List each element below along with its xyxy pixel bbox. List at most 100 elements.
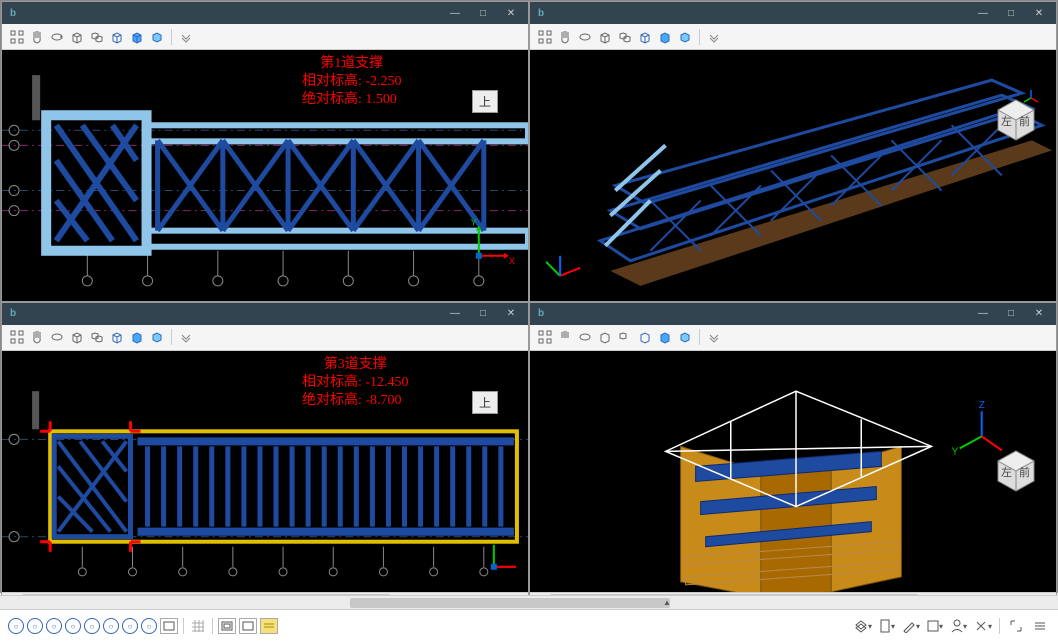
minimize-button[interactable]: — [442, 305, 468, 323]
viewcube[interactable]: 左 前 [986, 441, 1046, 501]
status-circle-4[interactable]: ○ [65, 618, 81, 634]
tool-more-icon[interactable] [705, 328, 723, 346]
tool-box-icon[interactable] [596, 328, 614, 346]
tool-boxes-icon[interactable] [88, 328, 106, 346]
svg-text:左: 左 [1001, 466, 1012, 479]
app-logo-icon: b [6, 6, 20, 20]
scroll-center-icon[interactable]: ▲ [660, 596, 674, 610]
close-button[interactable]: ✕ [1026, 4, 1052, 22]
svg-text:前: 前 [1019, 465, 1030, 479]
tool-orbit-icon[interactable] [576, 328, 594, 346]
maximize-button[interactable]: □ [470, 4, 496, 22]
maximize-button[interactable]: □ [470, 305, 496, 323]
annot-title: 第3道支撑 [302, 356, 409, 374]
status-right-group: ▾ ▾ ▾ ▾ ▾ ▾ [853, 617, 1050, 635]
tool-cube-small-icon[interactable] [676, 328, 694, 346]
close-button[interactable]: ✕ [498, 4, 524, 22]
close-button[interactable]: ✕ [1026, 305, 1052, 323]
tool-orbit-icon[interactable] [48, 28, 66, 46]
titlebar[interactable]: b — □ ✕ [530, 2, 1056, 24]
tool-orbit-icon[interactable] [48, 328, 66, 346]
viewcube[interactable]: 左 前 [986, 90, 1046, 150]
close-button[interactable]: ✕ [498, 305, 524, 323]
status-expand-icon[interactable] [1006, 617, 1026, 635]
tool-pan-icon[interactable] [556, 28, 574, 46]
tool-cube-small-icon[interactable] [676, 28, 694, 46]
iso-drawing [530, 50, 1056, 301]
status-circle-3[interactable]: ○ [46, 618, 62, 634]
status-circle-2[interactable]: ○ [27, 618, 43, 634]
status-box-button-1[interactable] [218, 618, 236, 634]
tool-boxes-icon[interactable] [616, 28, 634, 46]
status-left-group: ○ ○ ○ ○ ○ ○ ○ ○ [8, 618, 278, 634]
tool-more-icon[interactable] [705, 28, 723, 46]
tool-grid-icon[interactable] [536, 28, 554, 46]
tool-box-icon[interactable] [596, 28, 614, 46]
panel-top-left: b — □ ✕ [1, 1, 529, 302]
maximize-button[interactable]: □ [998, 4, 1024, 22]
tool-cube-small-icon[interactable] [148, 328, 166, 346]
status-doc-icon[interactable]: ▾ [877, 617, 897, 635]
tool-cube-wire-icon[interactable] [636, 28, 654, 46]
viewport-2d[interactable]: 第3道支撑 相对标高: -12.450 绝对标高: -8.700 上 [2, 351, 528, 592]
panel-bottom-left: b — □ ✕ [1, 302, 529, 607]
tool-grid-icon[interactable] [8, 28, 26, 46]
outer-scroll-thumb[interactable] [350, 598, 670, 608]
minimize-button[interactable]: — [970, 305, 996, 323]
tool-orbit-icon[interactable] [576, 28, 594, 46]
status-highlight-button[interactable] [260, 618, 278, 634]
tool-grid-icon[interactable] [536, 328, 554, 346]
status-box-button-2[interactable] [239, 618, 257, 634]
tool-cube-small-icon[interactable] [148, 28, 166, 46]
tool-cube-wire-icon[interactable] [108, 28, 126, 46]
maximize-button[interactable]: □ [998, 305, 1024, 323]
status-pencil-icon[interactable]: ▾ [901, 617, 921, 635]
app-logo-icon: b [6, 307, 20, 321]
viewport-3d[interactable]: Z Y 左 前 [530, 351, 1056, 592]
status-circle-6[interactable]: ○ [103, 618, 119, 634]
tool-cube-blue-icon[interactable] [128, 328, 146, 346]
status-square-icon[interactable]: ▾ [925, 617, 945, 635]
annotation-block: 第1道支撑 相对标高: -2.250 绝对标高: 1.500 [302, 55, 402, 109]
tool-cube-wire-icon[interactable] [636, 328, 654, 346]
tool-cube-blue-icon[interactable] [656, 328, 674, 346]
tool-boxes-icon[interactable] [88, 28, 106, 46]
panel-top-right: b — □ ✕ [529, 1, 1057, 302]
tool-more-icon[interactable] [177, 328, 195, 346]
view-orientation-label[interactable]: 上 [472, 90, 498, 113]
titlebar[interactable]: b — □ ✕ [2, 2, 528, 24]
status-circle-8[interactable]: ○ [141, 618, 157, 634]
tool-pan-icon[interactable] [28, 28, 46, 46]
status-circle-5[interactable]: ○ [84, 618, 100, 634]
titlebar[interactable]: b — □ ✕ [530, 303, 1056, 325]
status-circle-7[interactable]: ○ [122, 618, 138, 634]
view-orientation-label[interactable]: 上 [472, 391, 498, 414]
titlebar[interactable]: b — □ ✕ [2, 303, 528, 325]
status-grid-icon[interactable] [189, 618, 207, 634]
status-menu-icon[interactable] [1030, 617, 1050, 635]
toolbar [2, 325, 528, 351]
tool-cube-wire-icon[interactable] [108, 328, 126, 346]
toolbar [530, 24, 1056, 50]
status-layer-icon[interactable]: ▾ [853, 617, 873, 635]
viewport-2d[interactable]: X Y 第1道支撑 相对标高: -2.250 绝对标高: 1.500 上 [2, 50, 528, 301]
status-circle-1[interactable]: ○ [8, 618, 24, 634]
tool-boxes-icon[interactable] [616, 328, 634, 346]
viewport-3d[interactable]: 左 前 [530, 50, 1056, 301]
tool-grid-icon[interactable] [8, 328, 26, 346]
tool-pan-icon[interactable] [556, 328, 574, 346]
app-logo-icon: b [534, 307, 548, 321]
tool-box-icon[interactable] [68, 328, 86, 346]
status-divider [183, 618, 184, 634]
outer-scrollbar-h[interactable]: ▲ [0, 595, 1058, 609]
tool-cube-blue-icon[interactable] [128, 28, 146, 46]
minimize-button[interactable]: — [970, 4, 996, 22]
tool-pan-icon[interactable] [28, 328, 46, 346]
status-tools-icon[interactable]: ▾ [973, 617, 993, 635]
status-rect-button[interactable] [160, 618, 178, 634]
status-user-icon[interactable]: ▾ [949, 617, 969, 635]
minimize-button[interactable]: — [442, 4, 468, 22]
tool-more-icon[interactable] [177, 28, 195, 46]
tool-box-icon[interactable] [68, 28, 86, 46]
tool-cube-blue-icon[interactable] [656, 28, 674, 46]
